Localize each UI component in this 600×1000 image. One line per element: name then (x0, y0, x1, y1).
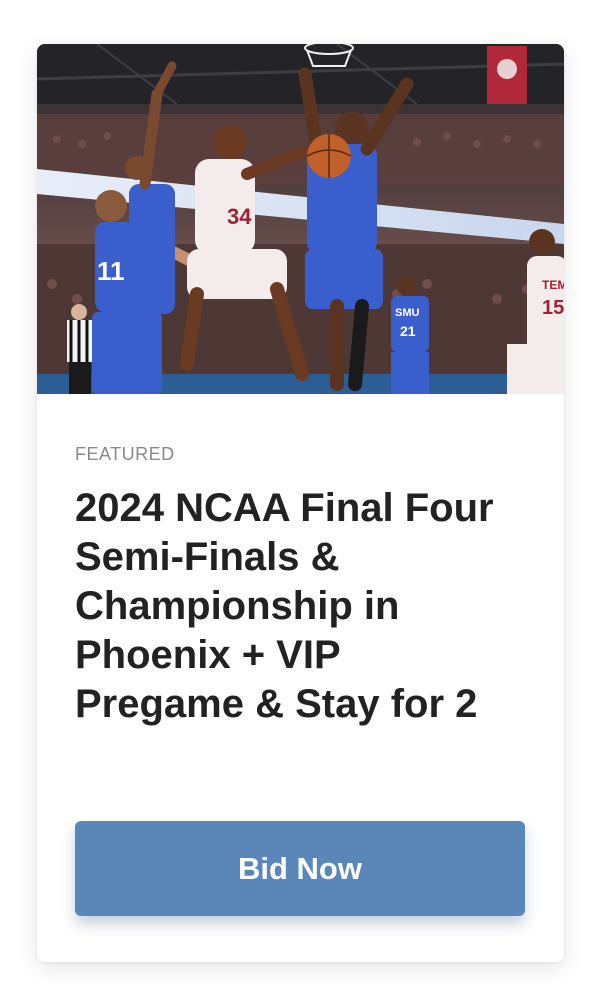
svg-text:TEM: TEM (542, 278, 564, 292)
bid-now-button[interactable]: Bid Now (75, 821, 525, 916)
auction-card[interactable]: 11 34 SMU 21 15 TEM FEATURED 2024 NCAA F… (37, 44, 564, 962)
event-photo: 11 34 SMU 21 15 TEM (37, 44, 564, 394)
svg-text:SMU: SMU (395, 307, 420, 319)
svg-text:34: 34 (227, 204, 252, 229)
svg-text:11: 11 (97, 256, 125, 286)
svg-text:21: 21 (400, 323, 416, 339)
auction-title[interactable]: 2024 NCAA Final Four Semi-Finals & Champ… (75, 484, 515, 729)
svg-text:15: 15 (542, 297, 564, 319)
featured-label: FEATURED (75, 444, 175, 464)
